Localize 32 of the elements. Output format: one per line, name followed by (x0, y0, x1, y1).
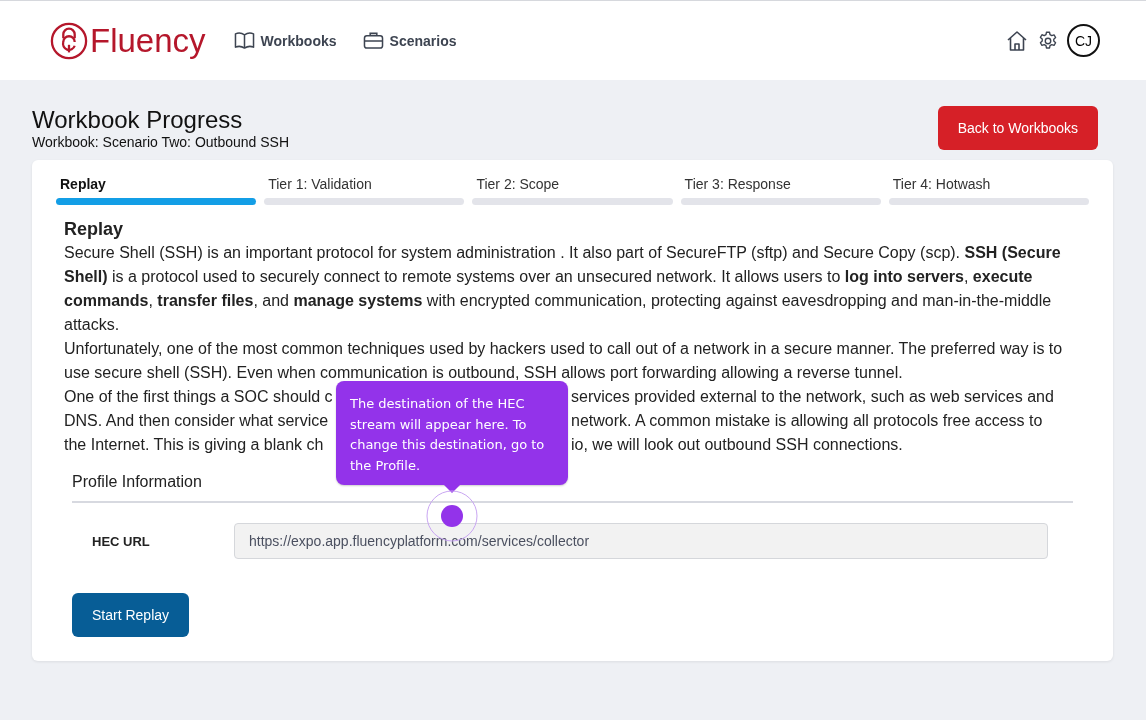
nav-link[interactable]: Workbooks (233, 31, 337, 50)
step-tab[interactable]: Tier 3: Response (680, 176, 881, 205)
hec-url-field[interactable]: https://expo.app.fluencyplatform.com/services/collector (234, 523, 1048, 559)
settings-icon[interactable] (1037, 29, 1059, 52)
paragraph-text: DNS. And then consider what service (64, 411, 329, 431)
step-tab[interactable]: Tier 2: Scope (472, 176, 673, 205)
paragraph-text: services provided external to the network, such as web services and (571, 387, 1054, 407)
home-icon[interactable] (1005, 28, 1029, 53)
section-heading: Replay (64, 218, 125, 241)
paragraph-text: One of the first things a SOC should c (64, 387, 333, 407)
logo-text: Fluency (90, 21, 206, 60)
back-to-workbooks-button[interactable]: Back to Workbooks (937, 106, 1098, 150)
briefcase-icon (362, 31, 384, 50)
paragraph-text: io, we will look out outbound SSH connections. (571, 435, 903, 455)
tooltip: The destination of the HEC stream will appear here. To change this destination, go to the Profile. (336, 381, 568, 485)
tooltip-pointer (444, 485, 460, 493)
paragraph-text: network. A common mistake is allowing all protocols free access to (571, 411, 1043, 431)
profile-heading: Profile Information (72, 473, 202, 491)
field-label: HEC URL (91, 533, 151, 549)
nav-link[interactable]: Scenarios (362, 31, 457, 50)
paragraph: Unfortunately, one of the most common techniques used by hackers used to call out of a network in a secure manner. The preferred way is to use secure shell (SSH). Even when communication is outbound, SSH allows port forwarding allowing a reverse tunnel. (64, 339, 1064, 383)
step-tab[interactable]: Tier 1: Validation (264, 176, 465, 205)
paragraph-text: the Internet. This is giving a blank ch (64, 435, 324, 455)
step-tab[interactable]: Tier 4: Hotwash (888, 176, 1089, 205)
padlock-logo-icon (50, 21, 88, 60)
start-replay-button[interactable]: Start Replay (72, 593, 190, 637)
page-subtitle: Workbook: Scenario Two: Outbound SSH (32, 134, 290, 150)
book-icon (233, 31, 255, 50)
paragraph: Secure Shell (SSH) is an important protocol for system administration . It also part of SecureFTP (sftp) and Secure Copy (scp). SSH (Secure Shell) is a protocol used to securely connect to remote systems over an unsecured network. It allows users to log into servers, execute commands, transfer files, and manage systems with encrypted communication, protecting against eavesdropping and man-in-the-middle attacks. (64, 243, 1062, 335)
step-tab[interactable]: Replay (56, 176, 257, 205)
page-title: Workbook Progress (32, 106, 244, 134)
user-avatar[interactable]: CJ (1067, 24, 1100, 57)
